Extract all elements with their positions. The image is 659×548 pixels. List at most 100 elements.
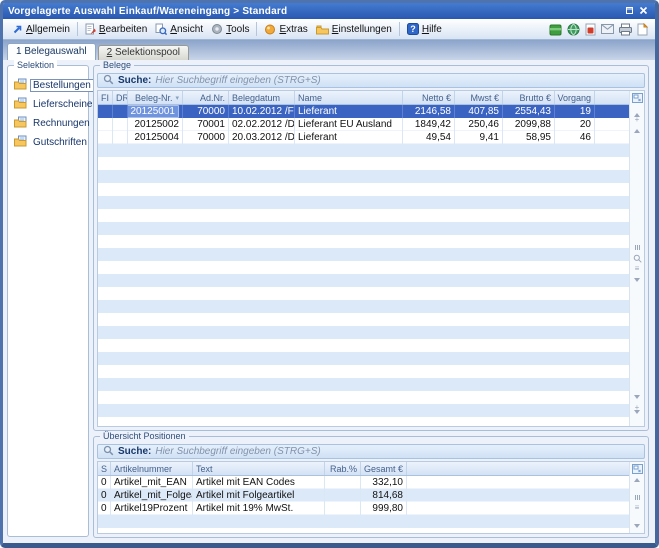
menu-hilfe[interactable]: ? Hilfe <box>403 22 446 36</box>
cell: 02.02.2012 /Do <box>229 118 295 131</box>
table-row[interactable]: 0Artikel19ProzentArtikel mit 19% MwSt.99… <box>98 502 629 515</box>
column-header-gesamt-[interactable]: Gesamt € <box>361 462 407 475</box>
pause-view-icon[interactable] <box>630 492 644 503</box>
cell <box>98 118 113 131</box>
row-filler <box>595 118 629 131</box>
sidebar-item-lieferscheine[interactable]: Lieferscheine <box>14 97 88 111</box>
new-document-icon[interactable] <box>637 23 648 36</box>
positionen-grid-wrap: SArtikelnummerTextRab.%Gesamt €0Artikel_… <box>97 461 645 534</box>
column-header-beleg-nr-[interactable]: Beleg-Nr.▾ <box>128 91 183 104</box>
scroll-up-icon[interactable] <box>630 125 644 136</box>
table-row[interactable]: 201250017000010.02.2012 /FrLieferant2146… <box>98 105 629 118</box>
menu-toolbar: Allgemein Bearbeiten AnsichtTools ExtrasEin… <box>3 19 655 40</box>
cell: 0 <box>98 489 111 502</box>
zoom-icon[interactable] <box>630 253 644 264</box>
close-button[interactable] <box>636 5 650 17</box>
column-header-netto-[interactable]: Netto € <box>403 91 455 104</box>
cell: 20125002 <box>128 118 183 131</box>
cell <box>98 105 113 118</box>
title-bar[interactable]: Vorgelagerte Auswahl Einkauf/Wareneingan… <box>3 3 655 19</box>
header-filler <box>407 462 629 475</box>
column-header-ad-nr-[interactable]: Ad.Nr. <box>183 91 229 104</box>
cell <box>98 131 113 144</box>
print-icon[interactable] <box>619 23 632 36</box>
cell <box>325 489 361 502</box>
sidebar-item-label: Bestellungen <box>30 79 94 92</box>
column-header-brutto-[interactable]: Brutto € <box>503 91 555 104</box>
select-all-icon[interactable] <box>630 275 644 286</box>
menu-allgemein[interactable]: Allgemein <box>8 23 74 36</box>
mail-icon[interactable] <box>601 24 614 34</box>
selektion-list: Bestellungen Lieferscheine Rechnungen Gutsc… <box>8 78 88 149</box>
cell <box>325 502 361 515</box>
cell: 20 <box>555 118 595 131</box>
scroll-down-icon[interactable] <box>630 520 644 531</box>
globe-icon[interactable] <box>567 23 580 36</box>
empty-row <box>98 417 629 426</box>
positionen-table: SArtikelnummerTextRab.%Gesamt €0Artikel_… <box>98 462 629 533</box>
empty-row <box>98 248 629 261</box>
add-row-icon[interactable]: + <box>630 114 644 125</box>
empty-row <box>98 326 629 339</box>
scroll-down-icon[interactable] <box>630 391 644 402</box>
column-header-vorgang[interactable]: Vorgang <box>555 91 595 104</box>
column-header-fi[interactable]: FI <box>98 91 113 104</box>
column-header-s[interactable]: S <box>98 462 111 475</box>
empty-row <box>98 404 629 417</box>
tab-belegauswahl[interactable]: 1 Belegauswahl <box>7 43 96 60</box>
table-row[interactable]: 201250027000102.02.2012 /DoLieferant EU … <box>98 118 629 131</box>
arrow-ne-icon <box>12 24 23 35</box>
svg-text:?: ? <box>410 24 416 34</box>
empty-row <box>98 209 629 222</box>
cell: 9,41 <box>455 131 503 144</box>
belege-search-input[interactable]: Suche: Hier Suchbegriff eingeben (STRG+S… <box>97 73 645 88</box>
scroll-up-icon[interactable] <box>630 474 644 485</box>
column-header-text[interactable]: Text <box>193 462 325 475</box>
cell: 20125004 <box>128 131 183 144</box>
search-placeholder: Hier Suchbegriff eingeben (STRG+S) <box>155 446 320 457</box>
extras-icon <box>264 23 276 35</box>
export-pdf-icon[interactable] <box>585 23 596 36</box>
menu-label: Hilfe <box>422 24 442 35</box>
list-view-icon[interactable]: ≡ <box>630 264 644 275</box>
scroll-bottom-icon[interactable] <box>630 413 644 424</box>
cell <box>113 118 128 131</box>
positionen-header-row: SArtikelnummerTextRab.%Gesamt € <box>98 462 629 476</box>
sidebar-item-rechnungen[interactable]: Rechnungen <box>14 116 88 130</box>
tab-selektionspool[interactable]: 2 Selektionspool <box>98 45 189 60</box>
menu-ansicht[interactable]: Ansicht <box>151 22 207 36</box>
column-header-belegdatum[interactable]: Belegdatum <box>229 91 295 104</box>
menu-tools[interactable]: Tools <box>207 22 253 36</box>
application-window: Vorgelagerte Auswahl Einkauf/Wareneingan… <box>0 0 659 548</box>
cell: 2099,88 <box>503 118 555 131</box>
column-header-rab-[interactable]: Rab.% <box>325 462 361 475</box>
column-header-mwst-[interactable]: Mwst € <box>455 91 503 104</box>
cell: Lieferant <box>295 131 403 144</box>
toolbar-quick-icons <box>549 23 650 36</box>
menu-bearbeiten[interactable]: Bearbeiten <box>81 22 151 36</box>
menu-label: Bearbeiten <box>99 24 147 35</box>
column-chooser-icon[interactable] <box>630 92 644 103</box>
restore-button[interactable] <box>622 5 636 17</box>
pause-view-icon[interactable] <box>630 242 644 253</box>
cell: 250,46 <box>455 118 503 131</box>
positionen-search-input[interactable]: Suche: Hier Suchbegriff eingeben (STRG+S… <box>97 444 645 459</box>
menu-einstellungen[interactable]: Einstellungen <box>312 23 396 36</box>
package-icon[interactable] <box>549 23 562 36</box>
selektion-group: Selektion BestellungenLieferscheineRechn… <box>7 65 89 537</box>
column-header-dr[interactable]: DR <box>113 91 128 104</box>
table-row[interactable]: 0Artikel_mit_EANArtikel mit EAN Codes332… <box>98 476 629 489</box>
column-header-name[interactable]: Name <box>295 91 403 104</box>
table-row[interactable]: 201250047000020.03.2012 /DiLieferant49,5… <box>98 131 629 144</box>
list-view-icon[interactable]: ≡ <box>630 503 644 514</box>
tools-icon <box>211 23 223 35</box>
scroll-top-icon[interactable] <box>630 103 644 114</box>
menu-extras[interactable]: Extras <box>260 22 311 36</box>
cell: Artikel_mit_Folgeartikel <box>111 489 193 502</box>
table-row[interactable]: 0Artikel_mit_FolgeartikelArtikel mit Fol… <box>98 489 629 502</box>
sidebar-item-gutschriften[interactable]: Gutschriften <box>14 135 88 149</box>
sidebar-item-bestellungen[interactable]: Bestellungen <box>14 78 88 92</box>
column-header-artikelnummer[interactable]: Artikelnummer <box>111 462 193 475</box>
column-chooser-icon[interactable] <box>630 463 644 474</box>
menu-separator <box>77 22 78 36</box>
